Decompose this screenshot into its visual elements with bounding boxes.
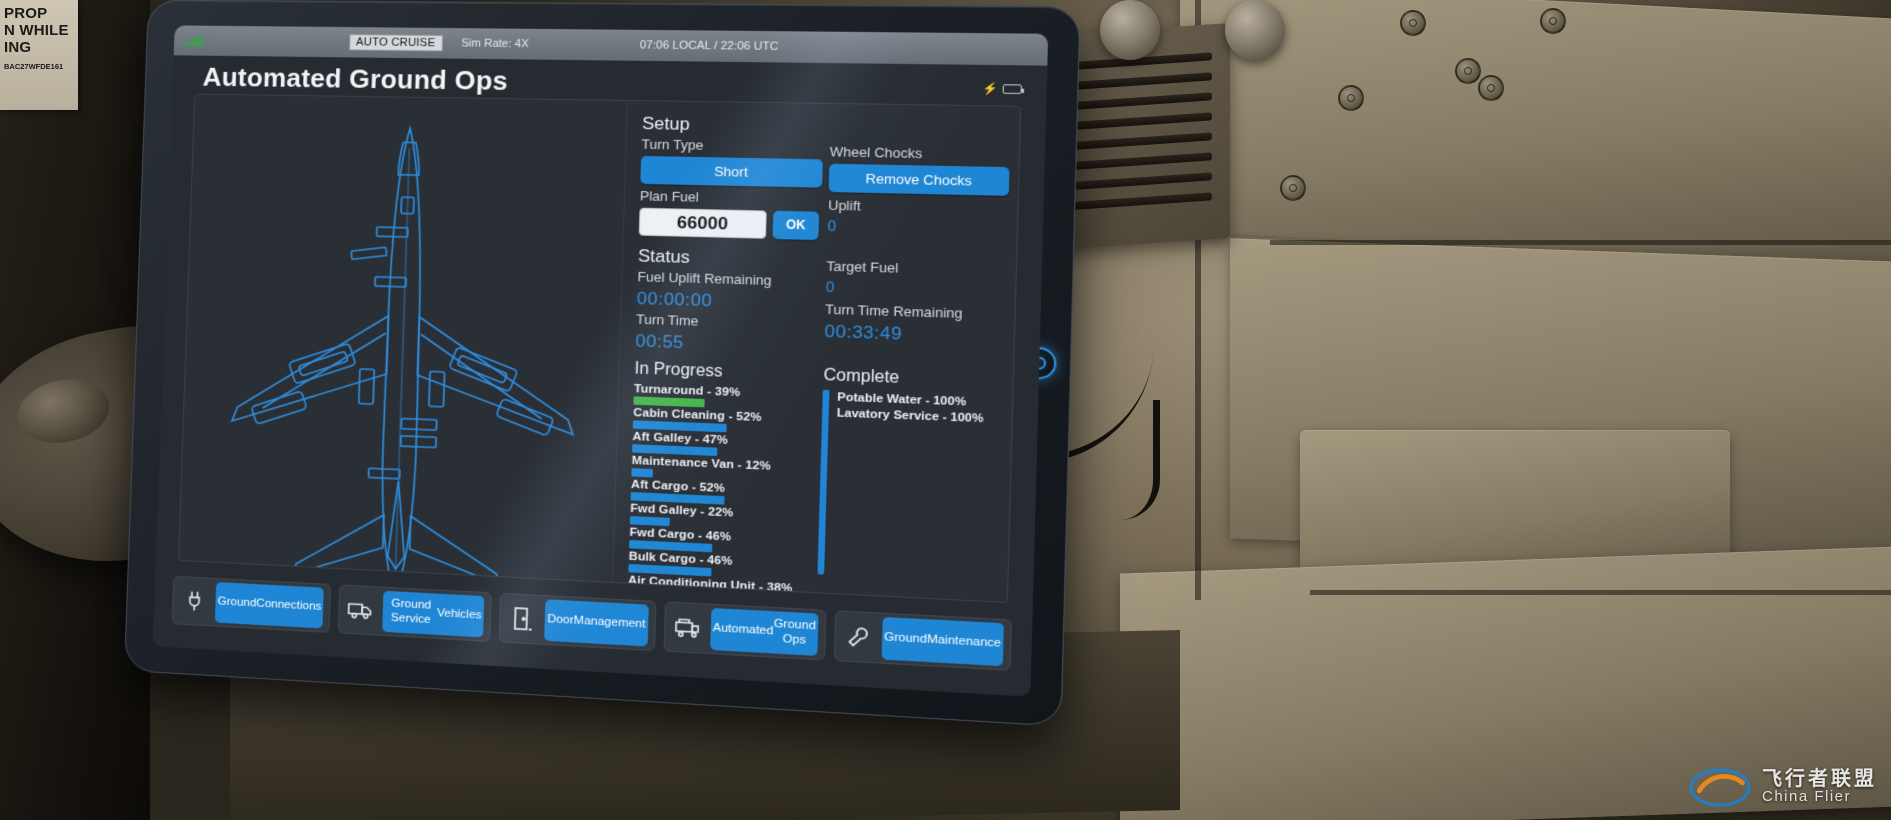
screw-icon	[1400, 10, 1426, 36]
tablet-screen: AUTO CRUISE Sim Rate: 4X 07:06 LOCAL / 2…	[152, 25, 1049, 697]
turn-time-remaining-label: Turn Time Remaining	[824, 301, 963, 322]
plan-fuel-input[interactable]	[638, 207, 767, 239]
plan-fuel-row: OK	[638, 207, 822, 241]
door-icon	[506, 606, 538, 633]
turn-type-label: Turn Type	[641, 136, 704, 153]
plan-fuel-ok-button[interactable]: OK	[772, 210, 820, 241]
panel-seam	[1270, 240, 1891, 245]
setup-status-columns: Setup Turn Type Short Plan Fuel OK Statu…	[635, 114, 1011, 365]
aircraft-top-view-diagram	[186, 105, 626, 582]
watermark-en: China Flier	[1762, 787, 1852, 805]
uplift-label: Uplift	[827, 197, 862, 214]
overhead-panel-slab	[1180, 0, 1891, 269]
uplift-value: 0	[827, 217, 837, 235]
cockpit-placard: PROP N WHILE ING BAC27WFDE161	[0, 0, 78, 110]
in-progress-column: In Progress Turnaround - 39% Cabin Cleani…	[627, 352, 818, 602]
in-progress-list: Turnaround - 39% Cabin Cleaning - 52% Aft …	[627, 383, 817, 602]
screw-icon	[1280, 175, 1306, 201]
sim-rate-label: Sim Rate: 4X	[460, 37, 529, 51]
page-title: Automated Ground Ops	[202, 61, 509, 97]
signal-bars-icon	[183, 34, 203, 47]
aircraft-diagram-pane	[178, 94, 628, 582]
target-fuel-value: 0	[825, 278, 835, 296]
nav-item-wrench[interactable]: Ground Maintenance	[833, 610, 1012, 671]
ground-ops-info-pane: Setup Turn Type Short Plan Fuel OK Statu…	[613, 101, 1020, 602]
yoke-knob[interactable]	[12, 371, 115, 451]
screw-icon	[1478, 75, 1504, 101]
screw-icon	[1338, 85, 1364, 111]
nav-item-door[interactable]: Door Management	[498, 592, 657, 652]
turn-type-button[interactable]: Short	[640, 155, 823, 188]
nav-button-label[interactable]: Ground Service Vehicles	[382, 590, 485, 638]
target-fuel-label: Target Fuel	[826, 258, 899, 276]
status-heading: Status	[637, 245, 691, 268]
nav-button-label[interactable]: Ground Connections	[214, 582, 325, 629]
setup-heading: Setup	[641, 113, 691, 134]
nav-button-label[interactable]: Door Management	[544, 599, 649, 647]
placard-line-2: N WHILE	[4, 21, 69, 39]
complete-indicator-bar	[817, 389, 830, 575]
progress-task-fill	[633, 396, 705, 408]
battery-charging-icon: ⚡	[983, 82, 1022, 96]
setup-left-column: Setup Turn Type Short Plan Fuel OK Statu…	[635, 114, 824, 358]
cockpit-scene: PROP N WHILE ING BAC27WFDE161 FOR INSTAL…	[0, 0, 1891, 820]
screw-icon	[1540, 8, 1566, 34]
wrench-icon	[842, 624, 876, 649]
efb-tablet: AUTO CRUISE Sim Rate: 4X 07:06 LOCAL / 2…	[124, 0, 1081, 727]
panel-seam	[1310, 590, 1891, 595]
watermark-text: 飞行者联盟 China Flier	[1762, 769, 1877, 804]
ground-ops-icon	[671, 615, 704, 640]
turn-time-remaining-value: 00:33:49	[824, 321, 903, 344]
progress-task-fill	[629, 516, 670, 527]
usb-cable-segment	[1100, 400, 1160, 520]
complete-column: Complete Potable Water - 100% Lavatory Se…	[810, 358, 1002, 602]
power-plug-icon	[179, 589, 210, 613]
tasks-columns: In Progress Turnaround - 39% Cabin Cleani…	[627, 352, 1002, 602]
nav-button-label[interactable]: Automated Ground Ops	[709, 607, 819, 656]
remove-chocks-button[interactable]: Remove Chocks	[828, 163, 1010, 196]
in-progress-heading: In Progress	[634, 360, 723, 381]
content-frame: Setup Turn Type Short Plan Fuel OK Statu…	[177, 93, 1022, 604]
sim-time-label: 07:06 LOCAL / 22:06 UTC	[639, 39, 779, 54]
complete-heading: Complete	[823, 366, 900, 388]
watermark: 飞行者联盟 China Flier	[1688, 762, 1877, 810]
complete-wrapper: Potable Water - 100% Lavatory Service - 1…	[817, 389, 1001, 583]
setup-right-column: Wheel Chocks Remove Chocks Uplift 0 Targ…	[817, 116, 1011, 364]
fuel-uplift-remaining-label: Fuel Uplift Remaining	[637, 268, 772, 289]
overhead-knob[interactable]	[1225, 0, 1285, 60]
placard-line-3: ING	[4, 38, 32, 56]
complete-list: Potable Water - 100% Lavatory Service - 1…	[832, 390, 984, 582]
nav-item-truck[interactable]: Ground Service Vehicles	[337, 584, 492, 642]
autopilot-mode-badge: AUTO CRUISE	[348, 34, 443, 52]
placard-line-1: PROP	[4, 5, 48, 22]
placard-code: BAC27WFDE161	[4, 62, 64, 72]
truck-icon	[346, 598, 378, 622]
watermark-logo-icon	[1689, 768, 1751, 807]
overhead-knob[interactable]	[1100, 0, 1160, 60]
progress-task-fill	[631, 468, 654, 478]
nav-button-label[interactable]: Ground Maintenance	[881, 616, 1004, 667]
screw-icon	[1455, 58, 1481, 84]
turn-time-label: Turn Time	[635, 311, 699, 329]
plan-fuel-label: Plan Fuel	[639, 187, 700, 205]
wheel-chocks-label: Wheel Chocks	[829, 143, 923, 162]
nav-item-ground-ops[interactable]: Automated Ground Ops	[663, 601, 827, 661]
fuel-uplift-remaining-value: 00:00:00	[636, 288, 713, 311]
watermark-cn: 飞行者联盟	[1762, 767, 1877, 790]
nav-item-power-plug[interactable]: Ground Connections	[171, 575, 332, 633]
